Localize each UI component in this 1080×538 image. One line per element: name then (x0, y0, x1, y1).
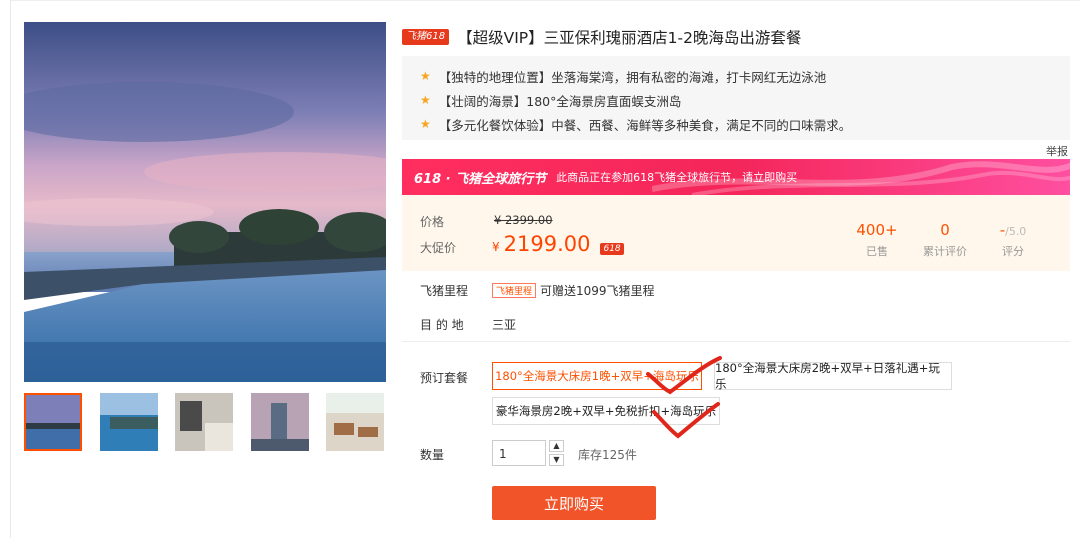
currency-symbol: ¥ (492, 240, 500, 254)
star-icon: ★ (420, 93, 431, 107)
rating-stat: -/5.0 评分 (978, 221, 1048, 259)
stock-text: 库存125件 (578, 448, 637, 462)
thumbnail-5[interactable] (326, 393, 384, 451)
promo-price: ¥ 2199.00 618 (492, 232, 624, 256)
package-option-1[interactable]: 180°全海景大床房1晚+双早+海岛玩乐 (492, 362, 702, 390)
reviews-stat[interactable]: 0 累计评价 (910, 221, 980, 259)
product-title-row: 飞猪618 【超级VIP】三亚保利瑰丽酒店1-2晚海岛出游套餐 (402, 26, 801, 48)
banner-logo: 618 · 飞猪全球旅行节 (414, 171, 547, 187)
highlight-text: 【多元化餐饮体验】中餐、西餐、海鲜等多种美食，满足不同的口味需求。 (438, 117, 852, 133)
product-title: 【超级VIP】三亚保利瑰丽酒店1-2晚海岛出游套餐 (457, 29, 802, 47)
quantity-input[interactable]: 1 (492, 440, 546, 466)
highlight-text: 【独特的地理位置】坐落海棠湾，拥有私密的海滩，打卡网红无边泳池 (438, 69, 827, 85)
rating-value: -/5.0 (978, 221, 1048, 239)
product-highlights: ★ 【独特的地理位置】坐落海棠湾，拥有私密的海滩，打卡网红无边泳池 ★ 【壮阔的… (402, 56, 1070, 140)
miles-text: 可赠送1099飞猪里程 (540, 284, 655, 298)
reviews-label: 累计评价 (923, 245, 967, 258)
miles-label: 飞猪里程 (420, 284, 469, 298)
report-link[interactable]: 举报 (1046, 143, 1068, 159)
section-divider (402, 341, 1070, 342)
quantity-increase-button[interactable]: ▲ (549, 440, 564, 452)
highlight-item: ★ 【独特的地理位置】坐落海棠湾，拥有私密的海滩，打卡网红无边泳池 (420, 64, 1070, 88)
rating-max: /5.0 (1005, 225, 1027, 238)
price-box: 价格 ¥ 2399.00 大促价 ¥ 2199.00 618 400+ 已售 0… (402, 195, 1070, 271)
package-label: 预订套餐 (420, 371, 469, 385)
quantity-label: 数量 (420, 448, 445, 462)
star-icon: ★ (420, 69, 431, 83)
quantity-decrease-button[interactable]: ▼ (549, 454, 564, 466)
thumbnail-4[interactable] (251, 393, 309, 451)
highlight-text: 【壮阔的海景】180°全海景房直面蜈支洲岛 (438, 93, 682, 109)
promo-price-tag: 618 (600, 243, 624, 255)
highlight-item: ★ 【壮阔的海景】180°全海景房直面蜈支洲岛 (420, 88, 1070, 112)
sold-count: 400+ (856, 221, 898, 239)
highlight-item: ★ 【多元化餐饮体验】中餐、西餐、海鲜等多种美食，满足不同的口味需求。 (420, 112, 1070, 136)
thumbnail-strip (24, 393, 386, 455)
reviews-count: 0 (940, 221, 950, 239)
buy-now-button[interactable]: 立即购买 (492, 486, 656, 520)
package-option-2[interactable]: 180°全海景大床房2晚+双早+日落礼遇+玩乐 (714, 361, 952, 391)
event-badge: 飞猪618 (402, 29, 450, 45)
package-option-3[interactable]: 豪华海景房2晚+双早+免税折扣+海岛玩乐 (492, 397, 720, 425)
price-label: 价格 (420, 215, 445, 229)
promo-price-value: 2199.00 (503, 232, 591, 256)
promo-price-label: 大促价 (420, 241, 457, 255)
thumbnail-2[interactable] (100, 393, 158, 451)
miles-tag: 飞猪里程 (492, 283, 537, 298)
banner-wave-decoration (652, 161, 1070, 195)
thumbnail-1[interactable] (24, 393, 82, 451)
sold-label: 已售 (866, 245, 888, 258)
destination-value: 三亚 (492, 318, 517, 332)
miles-info: 飞猪里程 可赠送1099飞猪里程 (492, 282, 655, 299)
main-hotel-photo[interactable] (24, 22, 386, 382)
rating-label: 评分 (1002, 245, 1024, 258)
destination-label: 目 的 地 (420, 318, 464, 332)
chevron-up-icon: ▲ (553, 441, 560, 450)
promo-banner[interactable]: 618 · 飞猪全球旅行节 此商品正在参加618飞猪全球旅行节，请立即购买 (402, 159, 1070, 195)
original-price: ¥ 2399.00 (494, 213, 553, 227)
thumbnail-3[interactable] (175, 393, 233, 451)
chevron-down-icon: ▼ (553, 455, 560, 464)
sold-stat: 400+ 已售 (842, 221, 912, 259)
star-icon: ★ (420, 117, 431, 131)
